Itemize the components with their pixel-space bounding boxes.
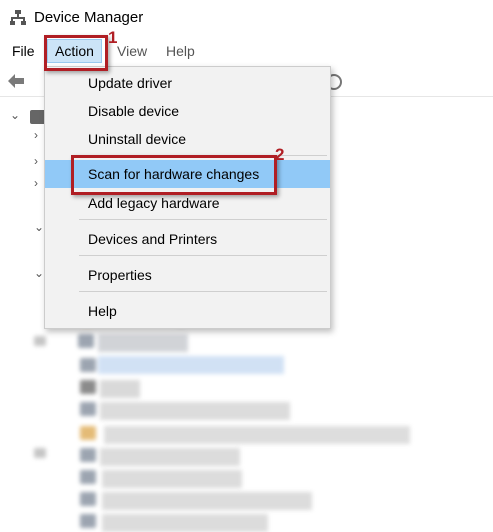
- device-icon: [80, 470, 96, 484]
- tree-row: [102, 514, 268, 532]
- device-icon: [80, 448, 96, 462]
- chevron-right-icon[interactable]: ›: [34, 128, 38, 142]
- title-bar: Device Manager: [0, 0, 493, 36]
- tree-row: [100, 402, 290, 420]
- tree-row: [100, 448, 240, 466]
- device-icon: [80, 380, 96, 394]
- chevron-right-icon[interactable]: ›: [34, 176, 38, 190]
- menu-bar: File Action View Help: [0, 38, 493, 66]
- menu-item-label: Disable device: [88, 103, 180, 119]
- tree-row: [98, 356, 284, 374]
- menu-item-label: Add legacy hardware: [88, 195, 220, 211]
- tree-row: [102, 492, 312, 510]
- device-icon: [80, 492, 96, 506]
- menu-help[interactable]: Help: [166, 43, 195, 59]
- chevron-down-icon[interactable]: ⌄: [34, 220, 44, 234]
- action-menu: Update driver Disable device Uninstall d…: [44, 66, 331, 329]
- window-title: Device Manager: [34, 9, 144, 26]
- menu-item-update-driver[interactable]: Update driver: [45, 69, 330, 97]
- menu-separator: [79, 219, 327, 220]
- menu-item-label: Help: [88, 303, 117, 319]
- menu-item-uninstall-device[interactable]: Uninstall device: [45, 125, 330, 153]
- device-icon: [34, 336, 46, 346]
- chevron-right-icon[interactable]: ›: [34, 154, 38, 168]
- menu-item-label: Devices and Printers: [88, 231, 218, 247]
- chevron-down-icon[interactable]: ⌄: [10, 108, 20, 122]
- chevron-down-icon[interactable]: ⌄: [34, 266, 44, 280]
- tree-row: [100, 380, 140, 398]
- tree-row: [104, 426, 410, 444]
- menu-item-label: Update driver: [88, 75, 173, 91]
- device-icon: [80, 358, 96, 372]
- menu-item-help[interactable]: Help: [45, 297, 330, 325]
- tree-row: [98, 334, 188, 352]
- menu-separator: [79, 155, 327, 156]
- menu-item-label: Properties: [88, 267, 152, 283]
- device-manager-icon: [10, 10, 26, 25]
- menu-file[interactable]: File: [12, 43, 35, 59]
- menu-separator: [79, 291, 327, 292]
- menu-item-devices-and-printers[interactable]: Devices and Printers: [45, 225, 330, 253]
- tree-row: [102, 470, 242, 488]
- device-icon: [78, 334, 94, 348]
- device-icon: [34, 448, 46, 458]
- menu-view[interactable]: View: [117, 43, 147, 59]
- callout-number-2: 2: [275, 145, 285, 164]
- menu-item-add-legacy-hardware[interactable]: Add legacy hardware: [45, 189, 330, 217]
- callout-number-1: 1: [108, 28, 118, 47]
- menu-item-properties[interactable]: Properties: [45, 261, 330, 289]
- menu-item-label: Uninstall device: [88, 131, 187, 147]
- device-icon: [80, 402, 96, 416]
- menu-item-label: Scan for hardware changes: [88, 166, 260, 182]
- back-arrow-icon[interactable]: [6, 72, 26, 90]
- menu-item-disable-device[interactable]: Disable device: [45, 97, 330, 125]
- menu-action[interactable]: Action: [47, 39, 102, 63]
- device-icon: [80, 426, 96, 440]
- menu-item-scan-for-hardware-changes[interactable]: Scan for hardware changes: [45, 160, 330, 188]
- menu-separator: [79, 255, 327, 256]
